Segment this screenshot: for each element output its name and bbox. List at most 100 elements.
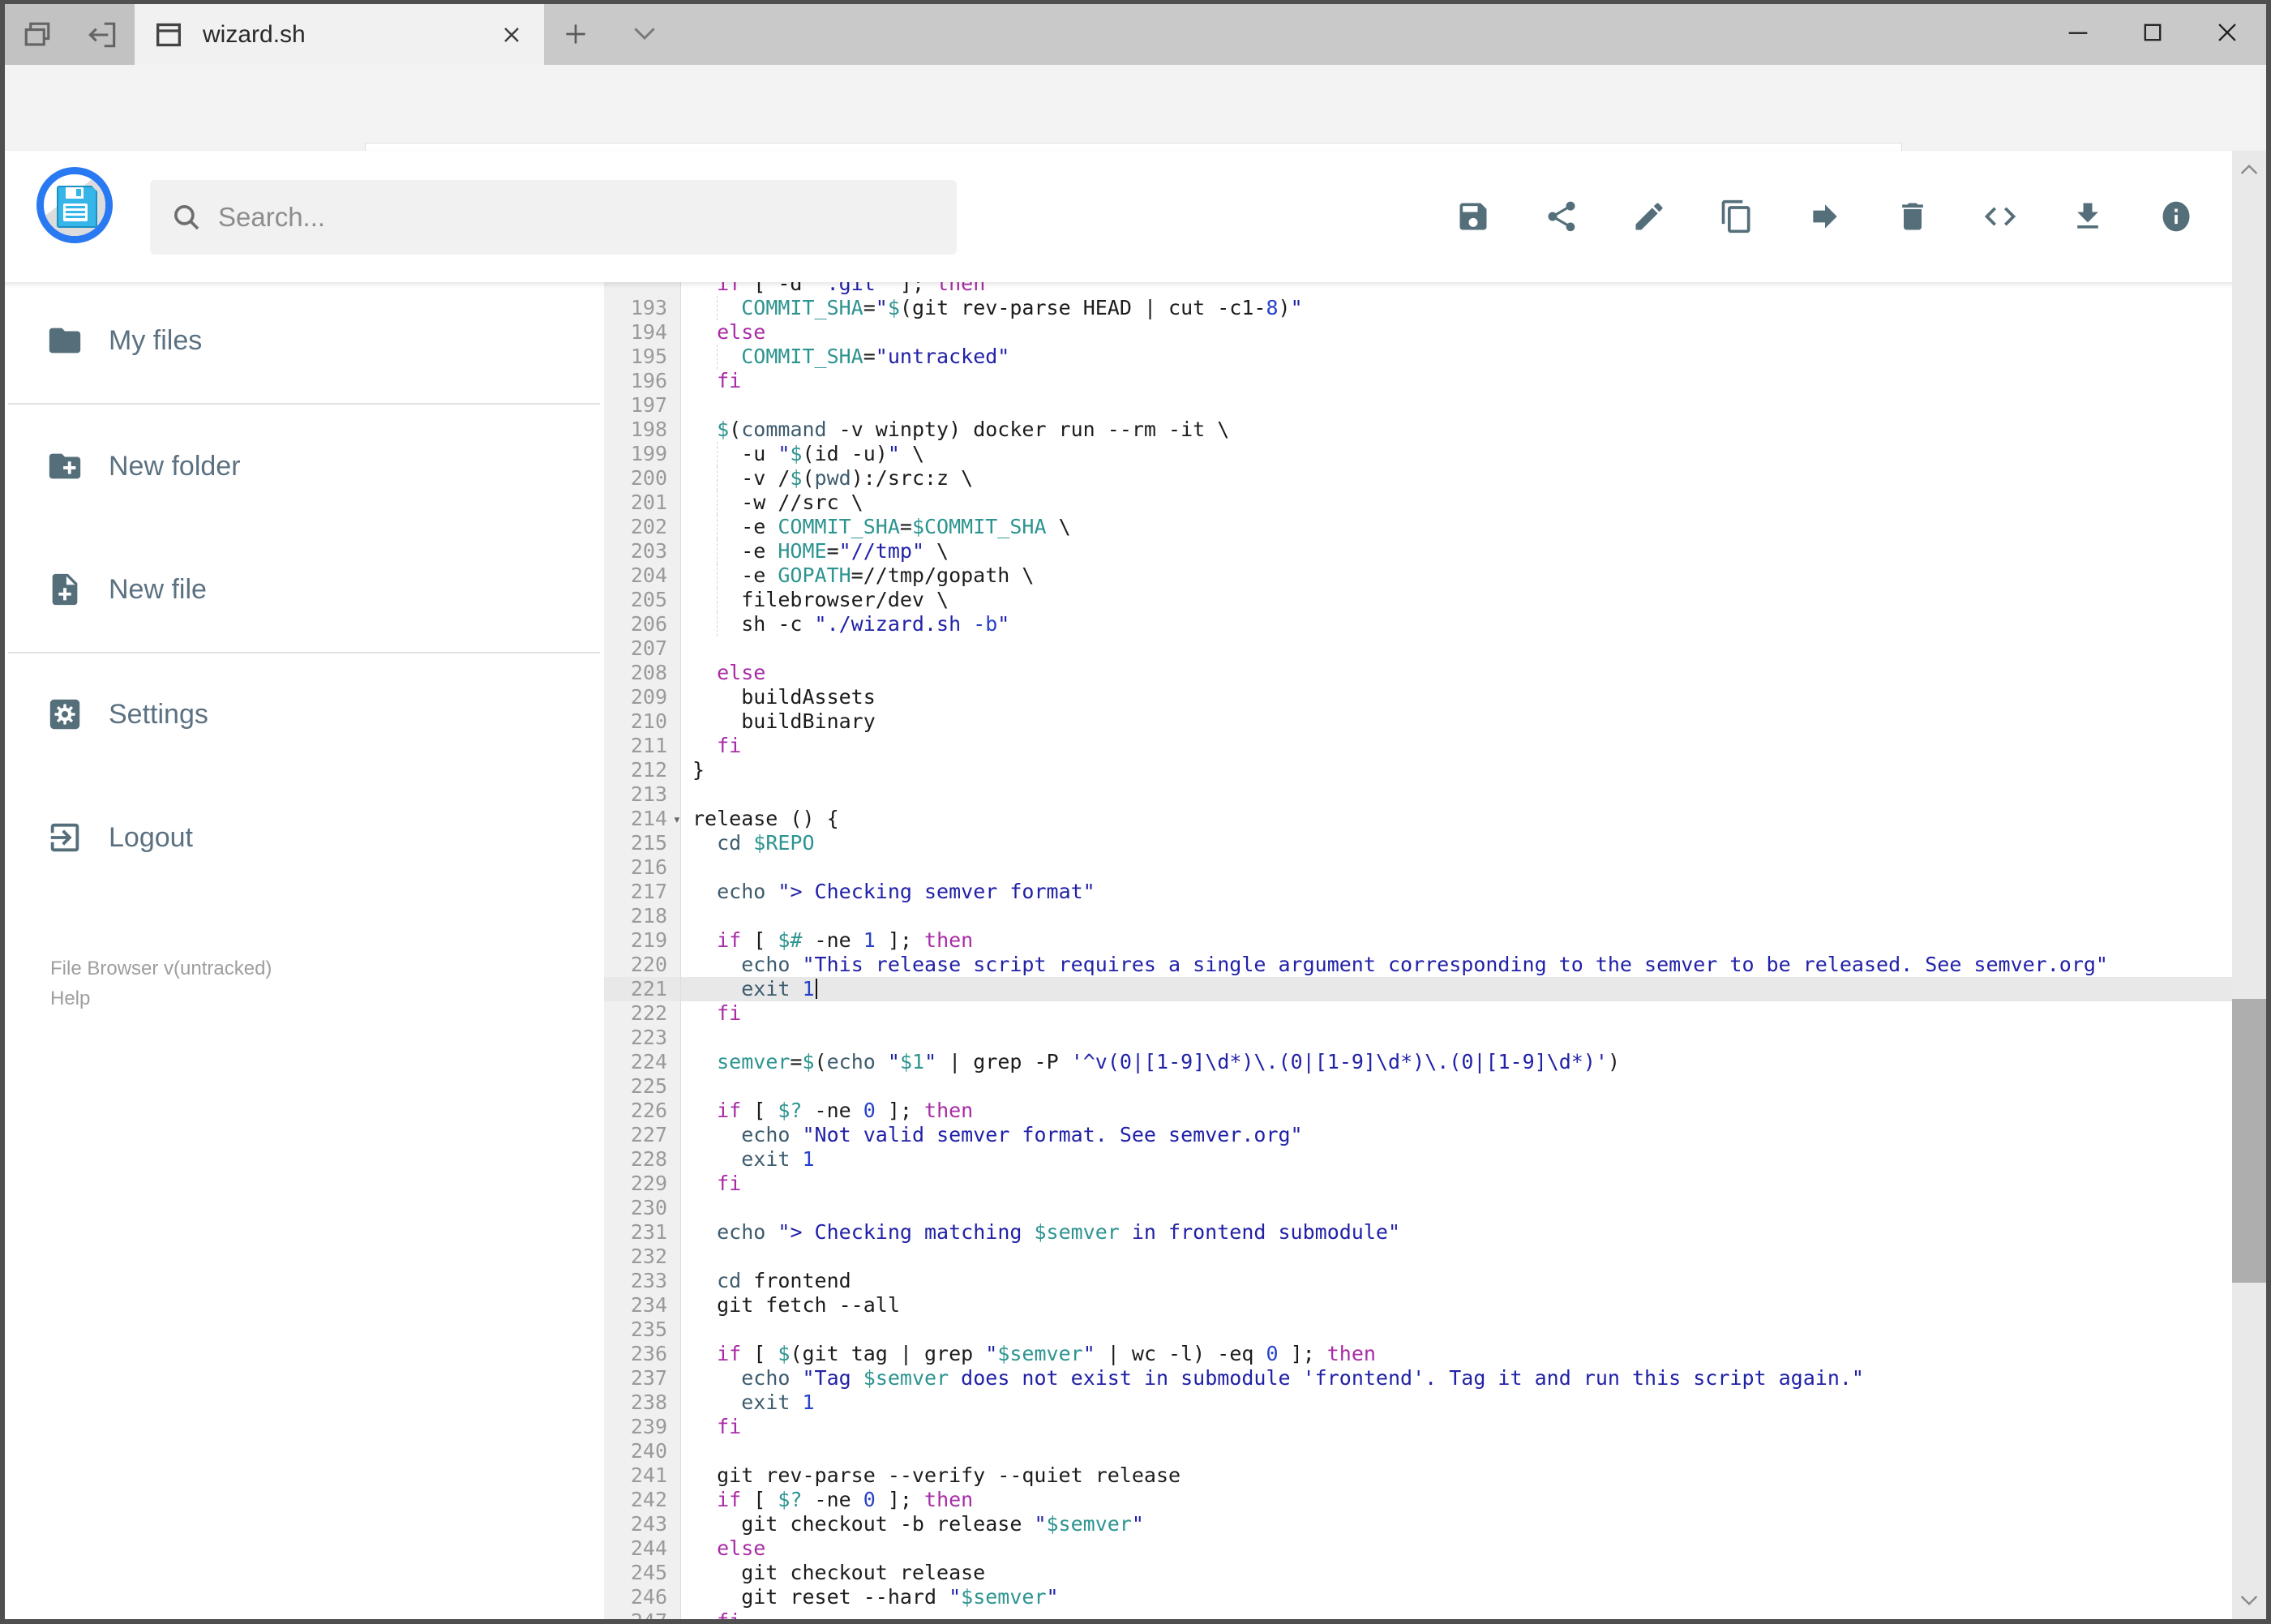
line-number: 227	[604, 1123, 681, 1147]
line-number: 216	[604, 855, 681, 880]
search-box[interactable]: Search...	[150, 180, 957, 255]
code-line[interactable]: 205 filebrowser/dev \	[604, 588, 2234, 612]
code-line[interactable]: 203 -e HOME="//tmp" \	[604, 539, 2234, 563]
delete-button[interactable]	[1882, 187, 1943, 246]
code-line[interactable]: 204 -e GOPATH=//tmp/gopath \	[604, 563, 2234, 588]
code-line[interactable]: 224 semver=$(echo "$1" | grep -P '^v(0|[…	[604, 1050, 2234, 1074]
copy-button[interactable]	[1706, 187, 1768, 246]
indent-guide	[717, 515, 718, 539]
code-line[interactable]: 226 if [ $? -ne 0 ]; then	[604, 1099, 2234, 1123]
raw-code-button[interactable]	[1969, 187, 2031, 246]
browser-tab[interactable]: wizard.sh	[135, 4, 544, 65]
code-line[interactable]: if [ -d ".git" ]; then	[604, 282, 2234, 296]
code-line[interactable]: 206 sh -c "./wizard.sh -b"	[604, 612, 2234, 636]
code-line[interactable]: 197	[604, 393, 2234, 418]
sidebar-item-my-files[interactable]: My files	[0, 296, 604, 385]
code-line[interactable]: 244 else	[604, 1536, 2234, 1561]
fold-arrow-icon[interactable]: ▾	[673, 808, 681, 832]
code-line[interactable]: 233 cd frontend	[604, 1269, 2234, 1293]
code-line[interactable]: 211 fi	[604, 734, 2234, 758]
code-line[interactable]: 247 fi	[604, 1609, 2234, 1619]
code-line[interactable]: 217 echo "> Checking semver format"	[604, 880, 2234, 904]
code-line[interactable]: 246 git reset --hard "$semver"	[604, 1585, 2234, 1609]
code-line[interactable]: 215 cd $REPO	[604, 831, 2234, 855]
scroll-up-icon[interactable]	[2236, 157, 2262, 183]
code-line[interactable]: 200 -v /$(pwd):/src:z \	[604, 466, 2234, 491]
code-line[interactable]: 239 fi	[604, 1415, 2234, 1439]
code-line[interactable]: 237 echo "Tag $semver does not exist in …	[604, 1366, 2234, 1390]
help-link[interactable]: Help	[50, 983, 272, 1013]
info-button[interactable]	[2145, 187, 2207, 246]
page-scrollbar[interactable]	[2232, 151, 2266, 1619]
line-number: 220	[604, 953, 681, 977]
code-line[interactable]: 198 $(command -v winpty) docker run --rm…	[604, 418, 2234, 442]
tab-preview-icon[interactable]	[19, 17, 55, 53]
code-line[interactable]: 213	[604, 782, 2234, 807]
code-line[interactable]: 235	[604, 1318, 2234, 1342]
code-line[interactable]: 245 git checkout release	[604, 1561, 2234, 1585]
code-line[interactable]: 214 ▾ release () {	[604, 807, 2234, 831]
code-line[interactable]: 194 else	[604, 320, 2234, 345]
code-line[interactable]: 231 echo "> Checking matching $semver in…	[604, 1220, 2234, 1245]
code-line[interactable]: 240	[604, 1439, 2234, 1463]
code-line[interactable]: 230	[604, 1196, 2234, 1220]
tab-close-icon[interactable]	[499, 22, 525, 48]
code-line[interactable]: 229 fi	[604, 1172, 2234, 1196]
code-line[interactable]: 212}	[604, 758, 2234, 782]
code-line[interactable]: 241 git rev-parse --verify --quiet relea…	[604, 1463, 2234, 1488]
code-line[interactable]: 196 fi	[604, 369, 2234, 393]
code-line[interactable]: 227 echo "Not valid semver format. See s…	[604, 1123, 2234, 1147]
save-button[interactable]	[1442, 187, 1504, 246]
code-line[interactable]: 193 COMMIT_SHA="$(git rev-parse HEAD | c…	[604, 296, 2234, 320]
sidebar-item-new-folder[interactable]: New folder	[0, 422, 604, 511]
code-line[interactable]: 223	[604, 1026, 2234, 1050]
sidebar-item-logout[interactable]: Logout	[0, 793, 604, 882]
code-line[interactable]: 208 else	[604, 661, 2234, 685]
code-line[interactable]: 242 if [ $? -ne 0 ]; then	[604, 1488, 2234, 1512]
scrollbar-thumb[interactable]	[2232, 999, 2266, 1283]
line-number: 195	[604, 345, 681, 369]
code-line[interactable]: 243 git checkout -b release "$semver"	[604, 1512, 2234, 1536]
code-line[interactable]: 201 -w //src \	[604, 491, 2234, 515]
rename-button[interactable]	[1618, 187, 1680, 246]
code-line[interactable]: 218	[604, 904, 2234, 928]
share-button[interactable]	[1531, 187, 1592, 246]
search-placeholder: Search...	[218, 202, 326, 232]
code-line[interactable]: 221 exit 1	[604, 977, 2234, 1001]
filebrowser-logo[interactable]	[36, 167, 113, 243]
code-line[interactable]: 199 -u "$(id -u)" \	[604, 442, 2234, 466]
minimize-button[interactable]	[2041, 0, 2115, 65]
code-line[interactable]: 210 buildBinary	[604, 709, 2234, 734]
scroll-down-icon[interactable]	[2236, 1587, 2262, 1613]
code-editor[interactable]: if [ -d ".git" ]; then 193 COMMIT_SHA="$(…	[604, 282, 2234, 1619]
code-line[interactable]: 216	[604, 855, 2234, 880]
sidebar-item-label: Logout	[109, 821, 193, 853]
maximize-button[interactable]	[2115, 0, 2190, 65]
tab-previews-chevron-icon[interactable]	[628, 23, 661, 45]
sidebar-item-new-file[interactable]: New file	[0, 545, 604, 634]
line-number: 198	[604, 418, 681, 442]
code-line[interactable]: 209 buildAssets	[604, 685, 2234, 709]
sidebar-item-settings[interactable]: Settings	[0, 670, 604, 759]
folder-plus-icon	[46, 448, 84, 485]
code-line[interactable]: 220 echo "This release script requires a…	[604, 953, 2234, 977]
download-button[interactable]	[2057, 187, 2119, 246]
code-line[interactable]: 236 if [ $(git tag | grep "$semver" | wc…	[604, 1342, 2234, 1366]
code-line[interactable]: 195 COMMIT_SHA="untracked"	[604, 345, 2234, 369]
code-line[interactable]: 202 -e COMMIT_SHA=$COMMIT_SHA \	[604, 515, 2234, 539]
code-line[interactable]: 219 if [ $# -ne 1 ]; then	[604, 928, 2234, 953]
code-line[interactable]: 234 git fetch --all	[604, 1293, 2234, 1318]
code-line[interactable]: 232	[604, 1245, 2234, 1269]
code-line[interactable]: 222 fi	[604, 1001, 2234, 1026]
code-line[interactable]: 225	[604, 1074, 2234, 1099]
line-number: 228	[604, 1147, 681, 1172]
set-tabs-aside-icon[interactable]	[84, 17, 120, 53]
new-tab-button[interactable]	[559, 18, 592, 50]
code-line[interactable]: 228 exit 1	[604, 1147, 2234, 1172]
app-version-text[interactable]: File Browser v(untracked)	[50, 958, 272, 979]
close-window-button[interactable]	[2190, 0, 2265, 65]
line-number: 222	[604, 1001, 681, 1026]
code-line[interactable]: 238 exit 1	[604, 1390, 2234, 1415]
code-line[interactable]: 207	[604, 636, 2234, 661]
move-button[interactable]	[1794, 187, 1856, 246]
